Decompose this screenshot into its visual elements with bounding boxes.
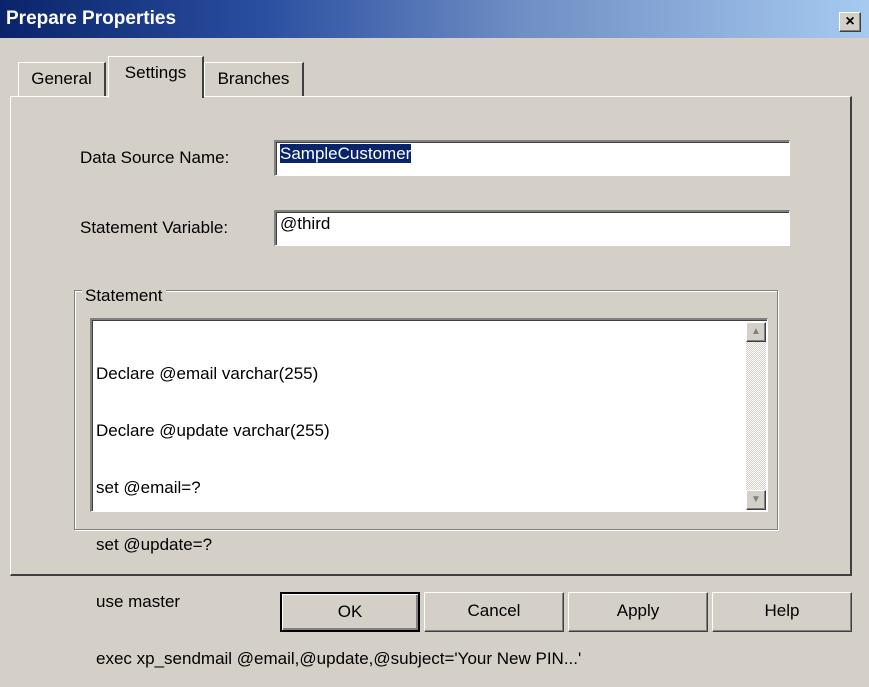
vertical-scrollbar[interactable]: ▲ ▼ (746, 322, 766, 510)
tab-general-label: General (31, 69, 92, 88)
data-source-field[interactable]: SampleCustomer (274, 140, 790, 176)
help-button[interactable]: Help (712, 592, 852, 632)
close-button[interactable]: × (839, 12, 861, 32)
scroll-up-button[interactable]: ▲ (746, 322, 766, 342)
data-source-label: Data Source Name: (80, 148, 230, 167)
tab-branches[interactable]: Branches (204, 62, 304, 96)
window-title: Prepare Properties (6, 8, 177, 29)
apply-button[interactable]: Apply (568, 592, 708, 632)
statement-variable-field[interactable]: @third (274, 210, 790, 246)
statement-line: use master (96, 592, 181, 611)
close-icon: × (845, 13, 855, 30)
statement-variable-value: @third (280, 214, 331, 233)
statement-line: Declare @email varchar(255) (96, 364, 319, 383)
statement-line: set @update=? (96, 535, 213, 554)
scroll-up-icon: ▲ (751, 326, 761, 337)
statement-line: Declare @update varchar(255) (96, 421, 330, 440)
tab-settings-label: Settings (124, 63, 187, 82)
statement-text: Declare @email varchar(255) Declare @upd… (96, 326, 581, 687)
scroll-down-button[interactable]: ▼ (746, 490, 766, 510)
statement-line: exec xp_sendmail @email,@update,@subject… (96, 649, 582, 668)
tab-general[interactable]: General (18, 62, 106, 96)
statement-group-label: Statement (82, 286, 166, 306)
tab-settings[interactable]: Settings (108, 56, 204, 98)
data-source-value: SampleCustomer (280, 144, 412, 163)
title-bar: Prepare Properties × (0, 0, 869, 38)
statement-line: set @email=? (96, 478, 201, 497)
statement-variable-label: Statement Variable: (80, 218, 229, 237)
tab-branches-label: Branches (217, 69, 290, 88)
scroll-down-icon: ▼ (751, 494, 761, 505)
